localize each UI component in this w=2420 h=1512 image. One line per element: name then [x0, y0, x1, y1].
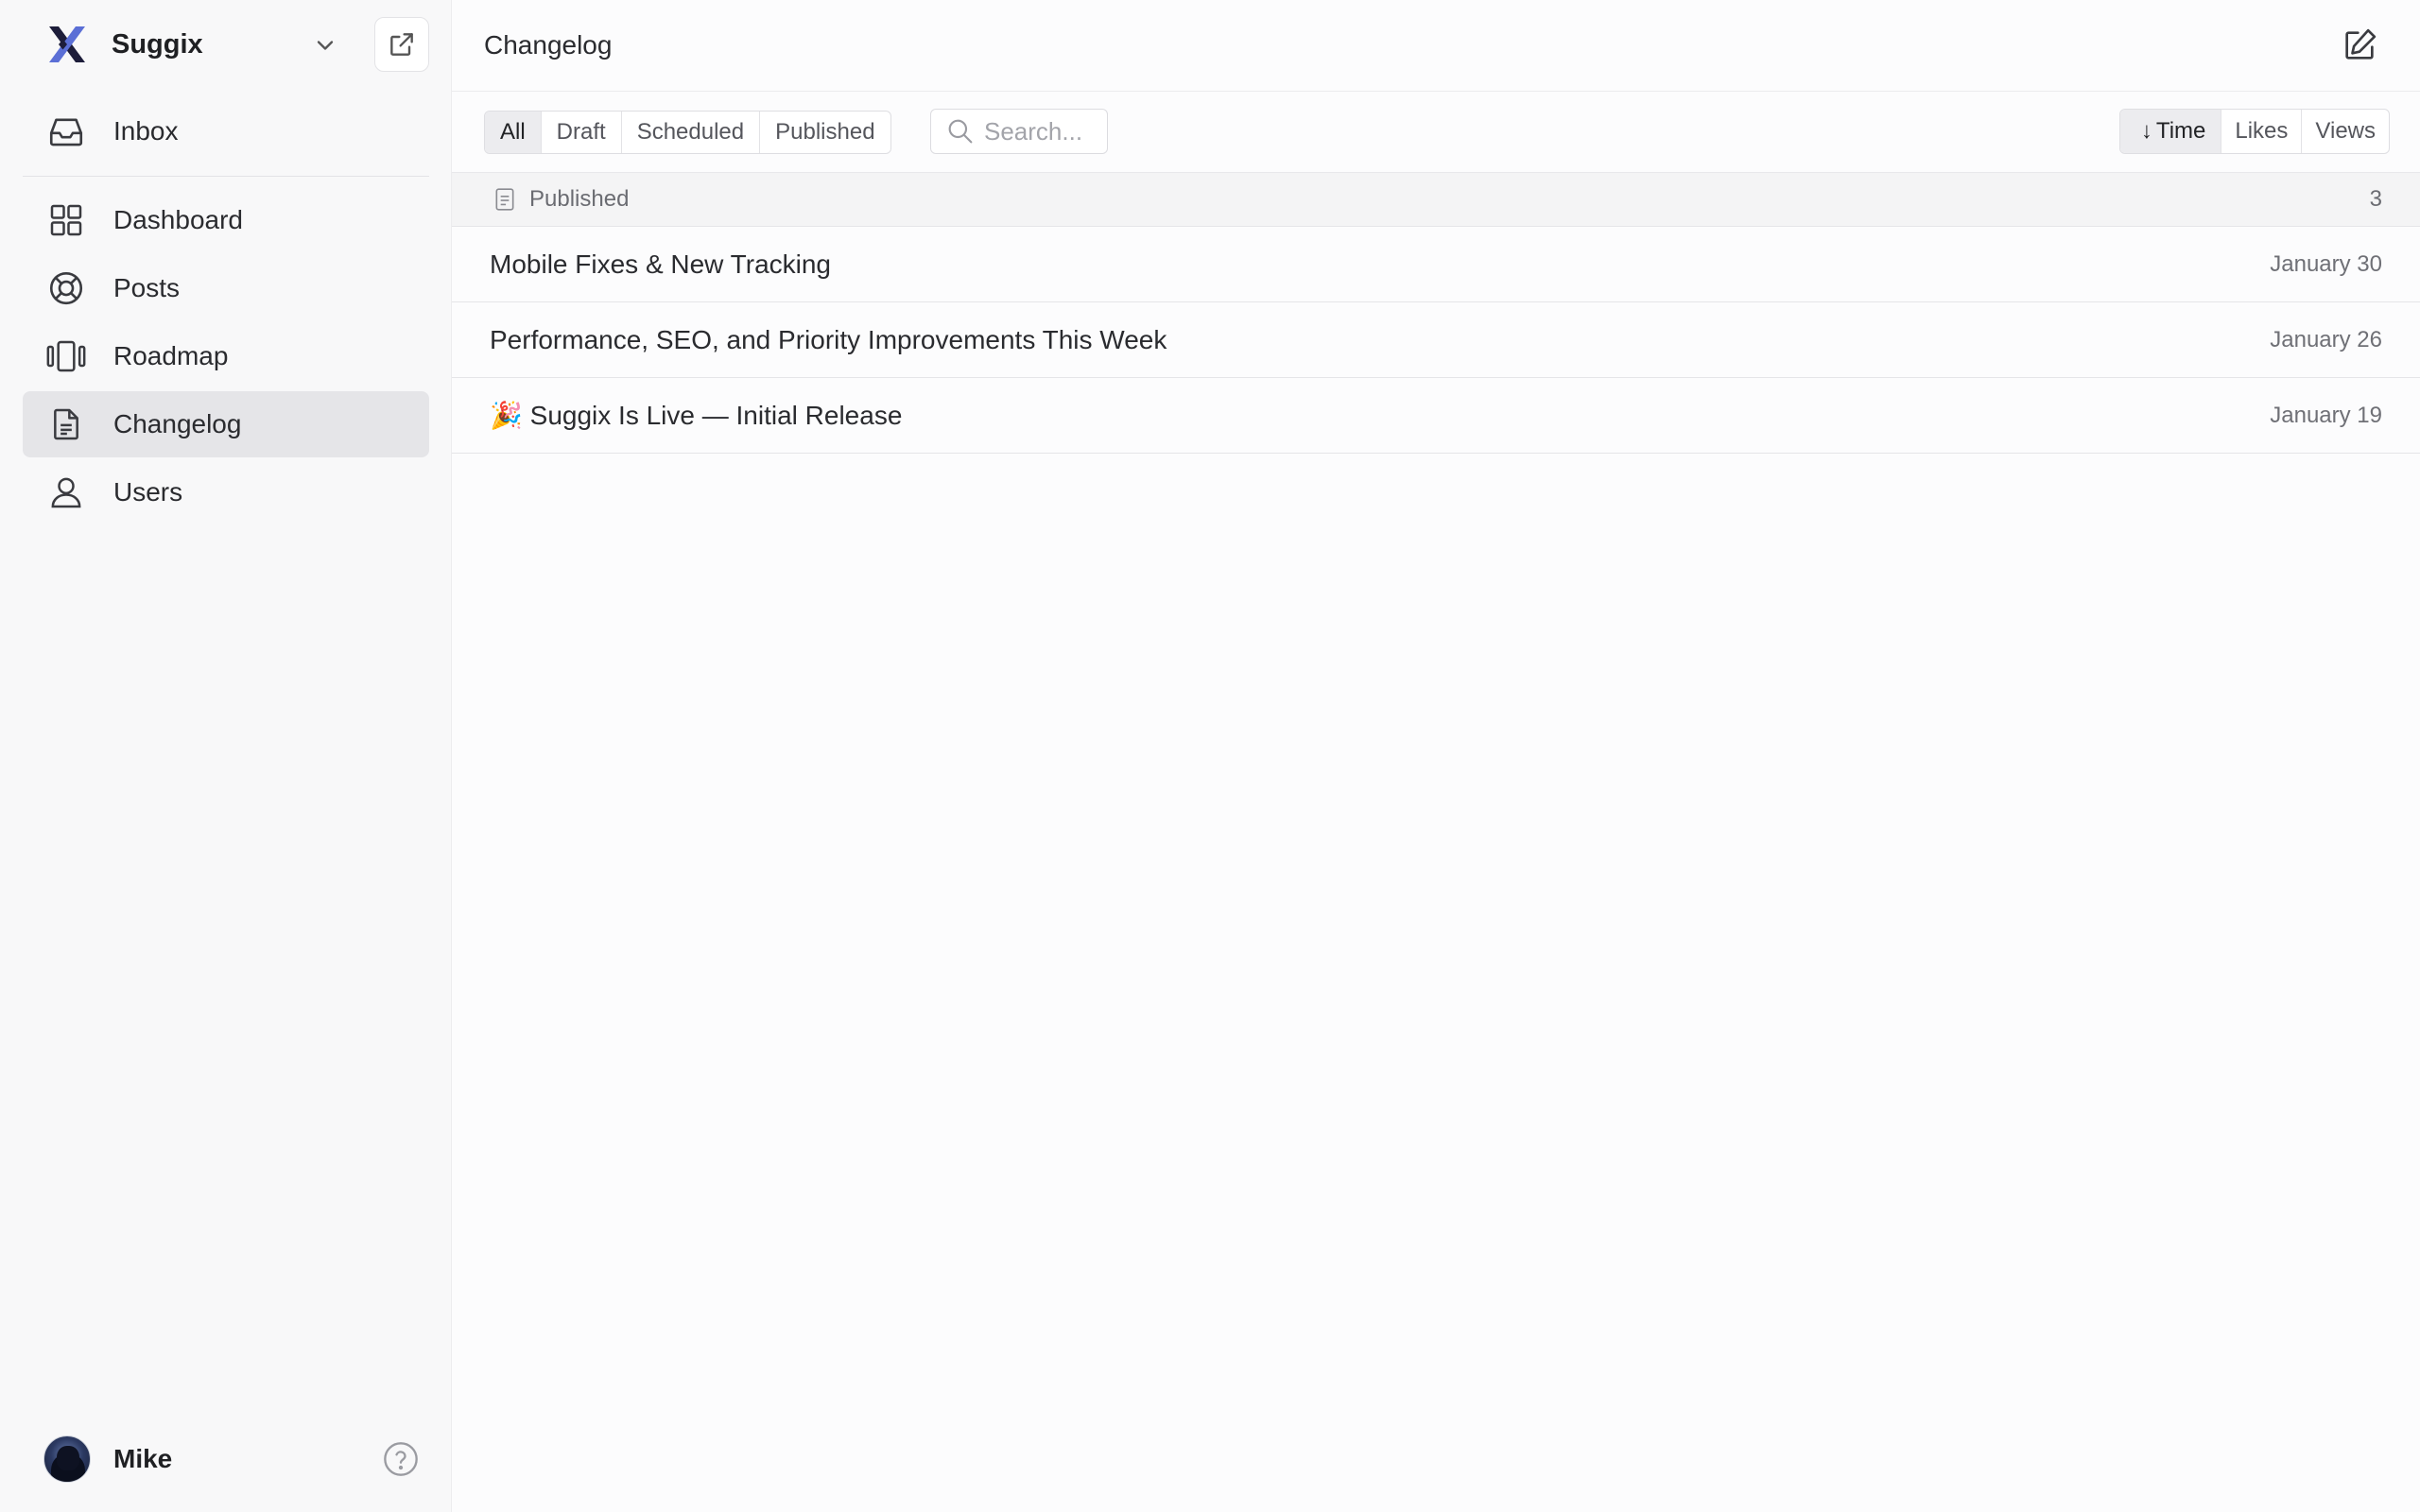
sort-group: ↓ Time Likes Views: [2118, 109, 2390, 154]
external-link-icon: [390, 33, 413, 56]
user-profile[interactable]: Mike: [43, 1435, 172, 1484]
suggix-logo-icon: [43, 21, 91, 68]
lifebuoy-icon: [45, 267, 87, 309]
arrow-down-icon: ↓: [2140, 118, 2152, 144]
search-box: [930, 109, 1108, 154]
workspace-switcher[interactable]: Suggix: [23, 13, 431, 76]
sort-views[interactable]: Views: [2302, 110, 2389, 153]
toolbar: All Draft Scheduled Published ↓ Time Lik…: [452, 92, 2420, 173]
sidebar-item-label: Roadmap: [113, 341, 229, 370]
changelog-title: Mobile Fixes & New Tracking: [490, 249, 832, 279]
workspace-name: Suggix: [112, 28, 203, 60]
changelog-title: Performance, SEO, and Priority Improveme…: [490, 324, 1167, 354]
user-name: Mike: [113, 1444, 173, 1473]
sidebar-item-inbox[interactable]: Inbox: [23, 98, 429, 164]
sort-time[interactable]: ↓ Time: [2119, 110, 2222, 153]
app-root: Suggix Inbox Dashboard Posts Roadmap Cha…: [0, 0, 2420, 1512]
changelog-date: January 30: [2270, 250, 2382, 277]
sort-likes[interactable]: Likes: [2221, 110, 2303, 153]
inbox-icon: [45, 111, 87, 152]
page-title: Changelog: [484, 30, 613, 60]
document-icon: [45, 404, 87, 445]
sidebar-item-roadmap[interactable]: Roadmap: [23, 323, 429, 389]
sidebar-item-label: Users: [113, 477, 183, 507]
sidebar-item-label: Dashboard: [113, 205, 243, 234]
help-icon[interactable]: [382, 1440, 420, 1478]
edit-icon: [2345, 28, 2377, 60]
sidebar-item-label: Inbox: [113, 116, 179, 146]
search-icon: [944, 115, 977, 147]
changelog-row[interactable]: 🎉 Suggix Is Live — Initial Release Janua…: [452, 378, 2420, 454]
columns-icon: [45, 335, 87, 377]
filter-scheduled[interactable]: Scheduled: [622, 112, 761, 153]
status-filter-group: All Draft Scheduled Published: [484, 111, 891, 154]
changelog-date: January 26: [2270, 326, 2382, 352]
group-count: 3: [2369, 186, 2382, 212]
group-header-published[interactable]: Published 3: [452, 173, 2420, 227]
sidebar-item-label: Changelog: [113, 409, 242, 438]
sidebar-item-label: Posts: [113, 273, 181, 302]
changelog-date: January 19: [2270, 402, 2382, 428]
document-icon: [493, 186, 516, 213]
grid-icon: [45, 199, 87, 241]
changelog-row[interactable]: Mobile Fixes & New Tracking January 30: [452, 227, 2420, 302]
chevron-down-icon[interactable]: [306, 26, 344, 64]
sidebar-item-posts[interactable]: Posts: [23, 255, 429, 321]
sidebar-divider: [23, 176, 429, 177]
compose-button[interactable]: [2337, 23, 2382, 68]
changelog-row[interactable]: Performance, SEO, and Priority Improveme…: [452, 302, 2420, 378]
top-bar: Changelog: [452, 0, 2420, 92]
search-input[interactable]: [984, 116, 1107, 146]
group-label: Published: [529, 186, 630, 212]
filter-published[interactable]: Published: [760, 112, 890, 153]
sidebar-item-dashboard[interactable]: Dashboard: [23, 187, 429, 253]
sidebar: Suggix Inbox Dashboard Posts Roadmap Cha…: [0, 0, 452, 1512]
changelog-title: 🎉 Suggix Is Live — Initial Release: [490, 401, 903, 430]
open-external-button[interactable]: [374, 17, 429, 72]
sidebar-item-users[interactable]: Users: [23, 459, 429, 525]
main-content: Changelog All Draft Scheduled Published: [452, 0, 2420, 1512]
user-icon: [45, 472, 87, 513]
filter-draft[interactable]: Draft: [542, 112, 622, 153]
sort-label: Time: [2155, 118, 2206, 144]
avatar: [43, 1435, 91, 1483]
sidebar-item-changelog[interactable]: Changelog: [23, 391, 429, 457]
filter-all[interactable]: All: [485, 112, 542, 153]
